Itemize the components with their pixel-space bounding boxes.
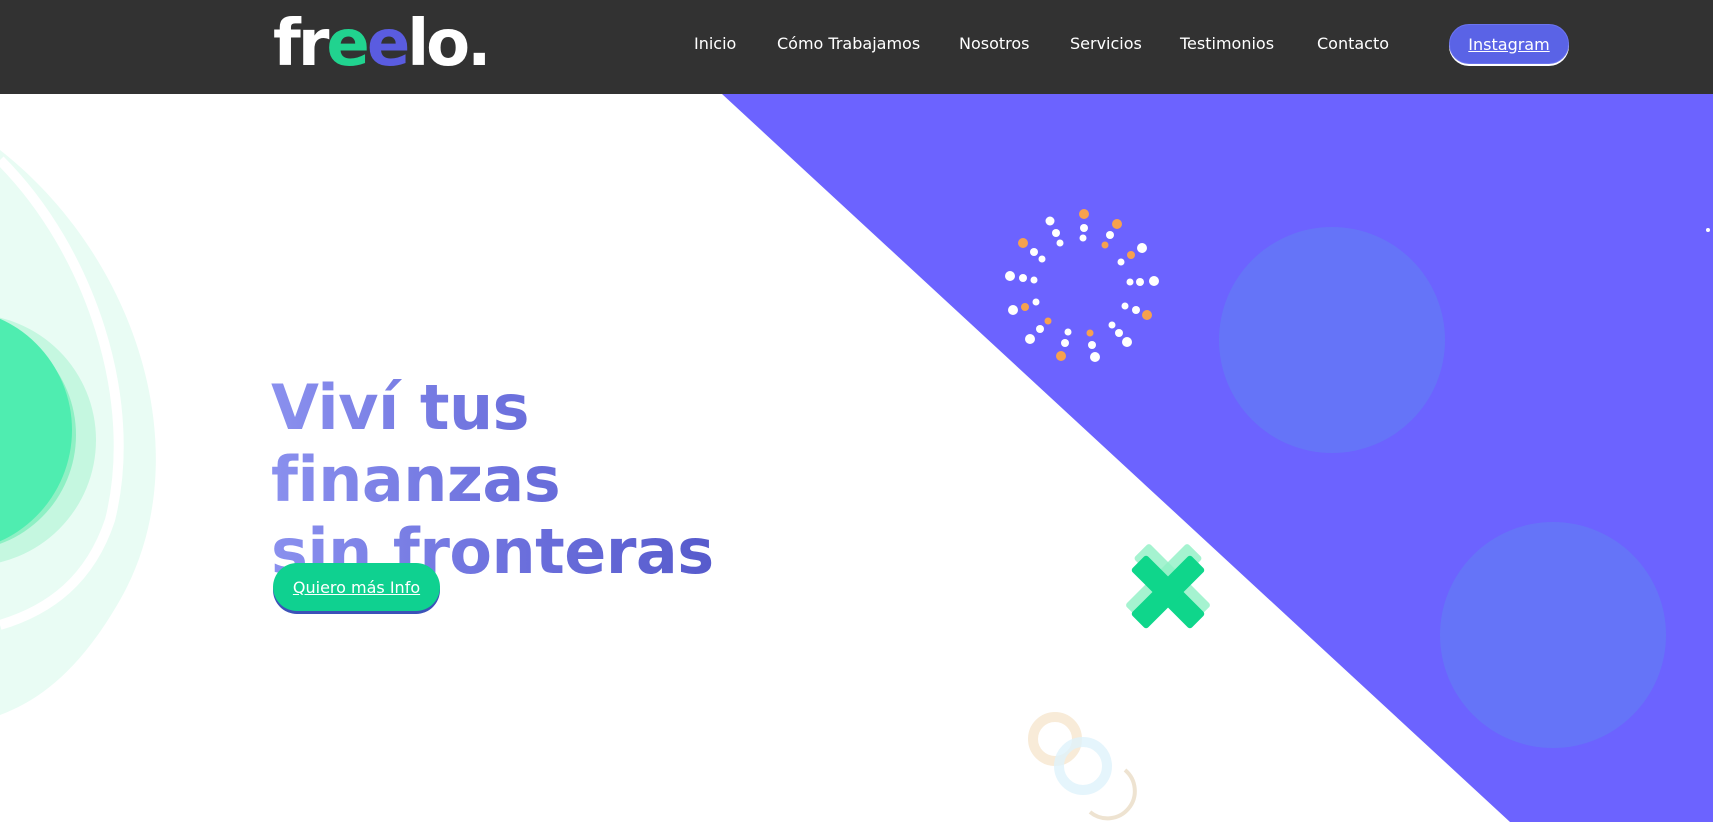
more-info-button[interactable]: Quiero más Info [273,563,440,611]
logo-part-4: lo. [407,7,491,81]
nav-link-como-trabajamos[interactable]: Cómo Trabajamos [777,32,959,56]
hero-title-line-1: Viví tus finanzas [271,371,561,516]
logo-part-2: e [326,7,369,81]
nav-link-nosotros[interactable]: Nosotros [959,32,1070,56]
nav-link-servicios[interactable]: Servicios [1070,32,1180,56]
nav-link-inicio[interactable]: Inicio [694,32,777,56]
green-blob-shape [0,150,156,715]
top-navbar: freelo. Inicio Cómo Trabajamos Nosotros … [0,0,1713,94]
logo-part-1: fr [273,7,329,81]
instagram-button[interactable]: Instagram [1449,24,1569,64]
nav-link-testimonios[interactable]: Testimonios [1180,32,1317,56]
nav-link-contacto[interactable]: Contacto [1317,32,1389,56]
edge-dot [1706,228,1710,232]
bg-circle-bottom [1440,522,1666,748]
freelo-logo[interactable]: freelo. [273,4,491,84]
main-nav: Inicio Cómo Trabajamos Nosotros Servicio… [694,32,1389,56]
x-mark-icon-front [1131,555,1205,629]
faint-rings-icon [1028,712,1137,821]
bg-circle-top [1219,227,1445,453]
logo-part-3: e [366,7,410,81]
hero-background [0,94,1713,822]
hero-title: Viví tus finanzas sin fronteras [271,372,831,588]
